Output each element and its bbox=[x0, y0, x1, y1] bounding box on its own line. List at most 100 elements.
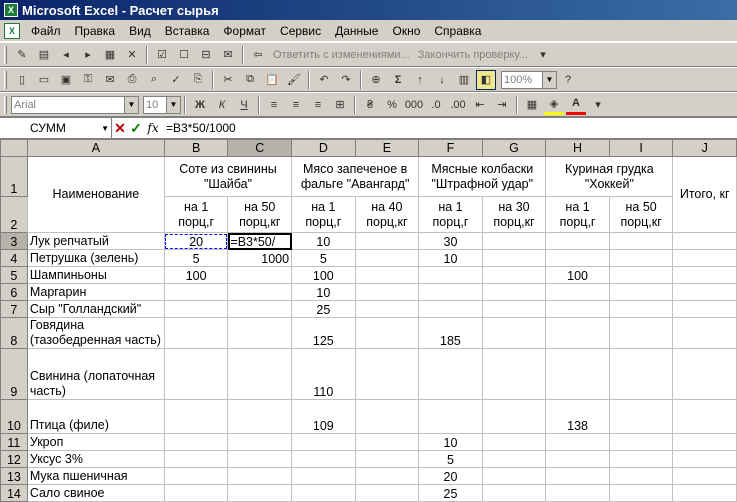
value-cell-f[interactable]: 185 bbox=[418, 317, 483, 349]
value-cell-j[interactable] bbox=[672, 249, 737, 267]
cut-icon[interactable]: ✂ bbox=[218, 70, 238, 90]
value-cell-i[interactable] bbox=[608, 484, 674, 502]
value-cell-i[interactable] bbox=[608, 249, 674, 267]
header-sub-cell[interactable]: на 50 порц,кг bbox=[608, 196, 674, 233]
ingredient-name-cell[interactable]: Сыр "Голландский" bbox=[26, 300, 165, 318]
print-preview-icon[interactable]: ⌕ bbox=[144, 70, 164, 90]
value-cell-i[interactable] bbox=[608, 266, 674, 284]
new-icon[interactable]: ▯ bbox=[12, 70, 32, 90]
column-header[interactable]: I bbox=[608, 139, 674, 157]
value-cell-d[interactable]: 10 bbox=[291, 232, 356, 250]
undo-icon[interactable]: ↶ bbox=[314, 70, 334, 90]
cancel-icon[interactable]: ✕ bbox=[112, 120, 128, 137]
value-cell-d[interactable] bbox=[291, 450, 356, 468]
value-cell-d[interactable]: 110 bbox=[291, 348, 356, 400]
ingredient-name-cell[interactable]: Мука пшеничная bbox=[26, 467, 165, 485]
value-cell-f[interactable]: 10 bbox=[418, 433, 483, 451]
help-icon[interactable]: ? bbox=[558, 70, 578, 90]
row-header[interactable]: 3 bbox=[0, 232, 28, 250]
column-header[interactable]: J bbox=[672, 139, 737, 157]
value-cell-g[interactable] bbox=[481, 266, 547, 284]
value-cell-i[interactable] bbox=[608, 450, 674, 468]
value-cell-c[interactable] bbox=[227, 484, 293, 502]
ingredient-name-cell[interactable]: Сало свиное bbox=[26, 484, 165, 502]
column-header[interactable]: B bbox=[163, 139, 229, 157]
value-cell-g[interactable] bbox=[481, 467, 547, 485]
shared-workbook-icon[interactable]: ☑ bbox=[152, 45, 172, 65]
protect-icon[interactable]: ⊟ bbox=[196, 45, 216, 65]
ingredient-name-cell[interactable]: Говядина (тазобедренная часть) bbox=[26, 317, 165, 349]
value-cell-f[interactable]: 20 bbox=[418, 467, 483, 485]
track-changes-icon[interactable]: ☐ bbox=[174, 45, 194, 65]
value-cell-b[interactable] bbox=[163, 300, 229, 318]
hyperlink-icon[interactable]: ⊕ bbox=[366, 70, 386, 90]
value-cell-g[interactable] bbox=[481, 283, 547, 301]
redo-icon[interactable]: ↷ bbox=[336, 70, 356, 90]
value-cell-i[interactable] bbox=[608, 467, 674, 485]
value-cell-e[interactable] bbox=[354, 433, 420, 451]
ingredient-name-cell[interactable]: Птица (филе) bbox=[26, 399, 165, 434]
value-cell-d[interactable]: 5 bbox=[291, 249, 356, 267]
value-cell-g[interactable] bbox=[481, 232, 547, 250]
column-header[interactable]: E bbox=[354, 139, 420, 157]
reply-with-changes-button[interactable]: Ответить с изменениями... bbox=[269, 49, 414, 61]
value-cell-g[interactable] bbox=[481, 433, 547, 451]
align-left-icon[interactable]: ≡ bbox=[264, 95, 284, 115]
header-sub-cell[interactable]: на 1 порц,г bbox=[163, 196, 229, 233]
show-comment-icon[interactable]: ▤ bbox=[34, 45, 54, 65]
value-cell-d[interactable]: 25 bbox=[291, 300, 356, 318]
row-header[interactable]: 13 bbox=[0, 467, 28, 485]
chevron-down-icon[interactable]: ▼ bbox=[542, 71, 556, 88]
name-box[interactable]: СУММ ▼ bbox=[0, 118, 112, 138]
row-header[interactable]: 12 bbox=[0, 450, 28, 468]
header-sub-cell[interactable]: на 1 порц,г bbox=[545, 196, 610, 233]
value-cell-i[interactable] bbox=[608, 348, 674, 400]
value-cell-f[interactable] bbox=[418, 399, 483, 434]
value-cell-h[interactable] bbox=[545, 450, 610, 468]
sort-ascending-icon[interactable]: ↑ bbox=[410, 70, 430, 90]
value-cell-e[interactable] bbox=[354, 467, 420, 485]
row-header[interactable]: 4 bbox=[0, 249, 28, 267]
value-cell-f[interactable] bbox=[418, 283, 483, 301]
column-header[interactable]: G bbox=[481, 139, 547, 157]
value-cell-i[interactable] bbox=[608, 283, 674, 301]
menu-tools[interactable]: Сервис bbox=[273, 24, 328, 38]
value-cell-c[interactable] bbox=[227, 317, 293, 349]
spelling-icon[interactable]: ✓ bbox=[166, 70, 186, 90]
mail-icon[interactable]: ✉ bbox=[218, 45, 238, 65]
decrease-decimal-icon[interactable]: .00 bbox=[448, 95, 468, 115]
value-cell-c[interactable]: 1000 bbox=[227, 249, 293, 267]
increase-decimal-icon[interactable]: .0 bbox=[426, 95, 446, 115]
value-cell-j[interactable] bbox=[672, 266, 737, 284]
value-cell-c[interactable] bbox=[227, 467, 293, 485]
research-icon[interactable]: ⎘ bbox=[188, 70, 208, 90]
value-cell-d[interactable]: 100 bbox=[291, 266, 356, 284]
row-header[interactable]: 5 bbox=[0, 266, 28, 284]
chevron-down-icon[interactable]: ▼ bbox=[166, 96, 180, 113]
row-header[interactable]: 6 bbox=[0, 283, 28, 301]
value-cell-g[interactable] bbox=[481, 399, 547, 434]
row-header[interactable]: 11 bbox=[0, 433, 28, 451]
menu-insert[interactable]: Вставка bbox=[158, 24, 217, 38]
menu-view[interactable]: Вид bbox=[122, 24, 158, 38]
email-icon[interactable]: ✉ bbox=[100, 70, 120, 90]
chevron-down-icon[interactable]: ▼ bbox=[124, 96, 138, 113]
value-cell-b[interactable] bbox=[163, 317, 229, 349]
save-icon[interactable]: ▣ bbox=[56, 70, 76, 90]
header-group-cell[interactable]: Мясные колбаски "Штрафной удар" bbox=[418, 156, 547, 197]
comma-style-icon[interactable]: 000 bbox=[404, 95, 424, 115]
toolbar-options-icon[interactable]: ▾ bbox=[533, 45, 553, 65]
value-cell-j[interactable] bbox=[672, 433, 737, 451]
header-sub-cell[interactable]: на 1 порц,г bbox=[418, 196, 483, 233]
next-comment-icon[interactable]: ▸ bbox=[78, 45, 98, 65]
value-cell-j[interactable] bbox=[672, 484, 737, 502]
value-cell-d[interactable]: 109 bbox=[291, 399, 356, 434]
print-icon[interactable]: ⎙ bbox=[122, 70, 142, 90]
value-cell-g[interactable] bbox=[481, 484, 547, 502]
value-cell-b[interactable] bbox=[163, 348, 229, 400]
end-review-button[interactable]: Закончить проверку... bbox=[414, 49, 532, 61]
header-sub-cell[interactable]: на 50 порц,кг bbox=[227, 196, 293, 233]
menu-window[interactable]: Окно bbox=[385, 24, 427, 38]
value-cell-i[interactable] bbox=[608, 399, 674, 434]
show-all-comments-icon[interactable]: ▦ bbox=[100, 45, 120, 65]
